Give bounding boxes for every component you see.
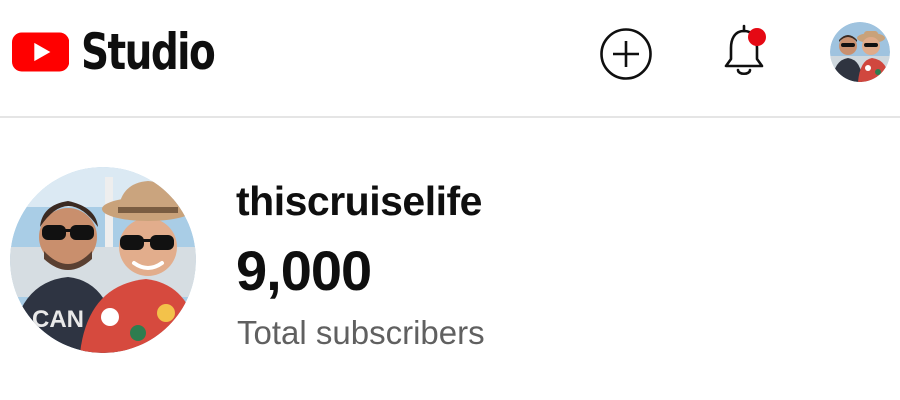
- notifications-button[interactable]: [716, 22, 772, 82]
- channel-photo: CAN: [10, 167, 196, 353]
- youtube-logo-icon: [12, 32, 70, 72]
- studio-wordmark: Studio: [81, 23, 216, 81]
- studio-page: Studio CAN thiscruiselife 9,000 Total su…: [0, 0, 900, 400]
- subscriber-label: Total subscribers: [237, 314, 485, 351]
- notification-badge: [748, 28, 766, 46]
- channel-avatar[interactable]: CAN: [10, 167, 196, 353]
- avatar: [830, 22, 890, 82]
- account-avatar-button[interactable]: [830, 22, 890, 82]
- subscriber-count: 9,000: [236, 239, 372, 302]
- add-circle-icon: [600, 28, 652, 80]
- svg-text:CAN: CAN: [32, 306, 84, 333]
- youtube-studio-logo[interactable]: Studio: [12, 22, 252, 82]
- create-button[interactable]: [598, 26, 654, 82]
- top-app-bar: Studio: [0, 0, 900, 118]
- channel-name: thiscruiselife: [236, 178, 482, 224]
